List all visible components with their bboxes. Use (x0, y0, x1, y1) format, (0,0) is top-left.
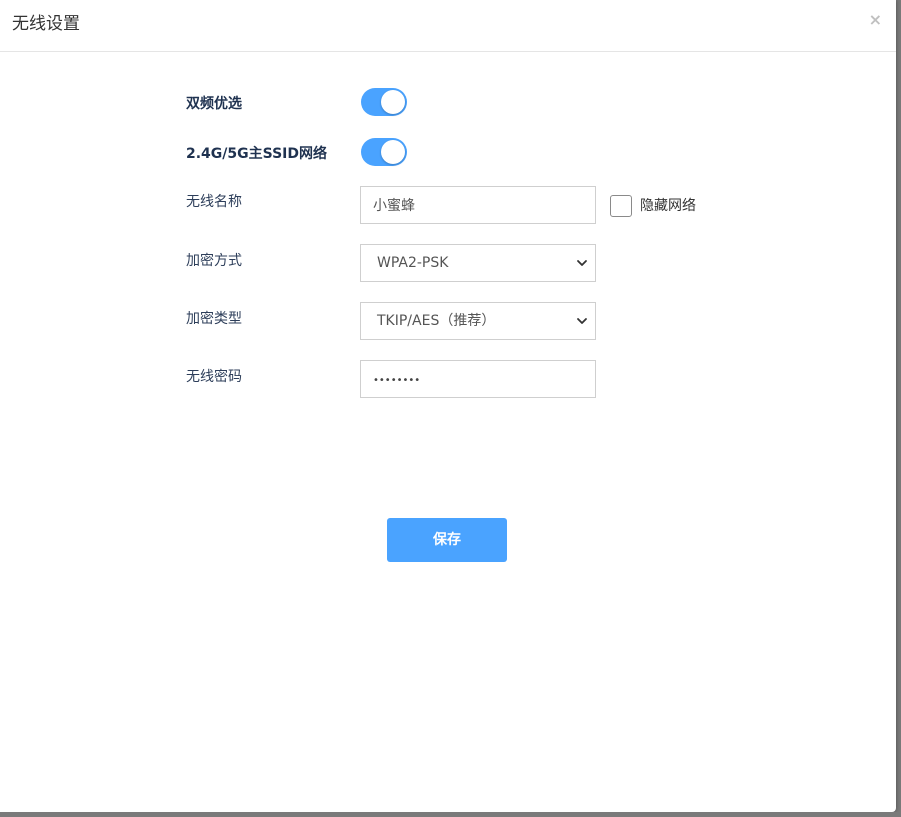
password-label: 无线密码 (186, 369, 242, 385)
background-page-strip (0, 812, 901, 817)
encryption-type-select[interactable]: TKIP/AES（推荐） (360, 302, 596, 340)
hide-network-label: 隐藏网络 (640, 198, 696, 214)
encryption-method-value: WPA2-PSK (377, 255, 449, 271)
dual-band-toggle[interactable] (361, 88, 407, 116)
encryption-type-value: TKIP/AES（推荐） (377, 313, 496, 329)
chevron-down-icon (577, 260, 587, 266)
toggle-knob (381, 140, 405, 164)
ssid-input[interactable] (360, 186, 596, 224)
encryption-type-label: 加密类型 (186, 311, 242, 327)
dialog-header: 无线设置 × (0, 0, 896, 52)
main-ssid-label: 2.4G/5G主SSID网络 (186, 146, 328, 162)
chevron-down-icon (577, 318, 587, 324)
close-icon[interactable]: × (869, 10, 882, 30)
password-value: •••••••• (373, 375, 421, 386)
toggle-knob (381, 90, 405, 114)
encryption-method-select[interactable]: WPA2-PSK (360, 244, 596, 282)
ssid-label: 无线名称 (186, 194, 242, 210)
save-button[interactable]: 保存 (387, 518, 507, 562)
dialog-title: 无线设置 (12, 14, 80, 34)
password-input[interactable]: •••••••• (360, 360, 596, 398)
hide-network-checkbox[interactable] (610, 195, 632, 217)
wireless-settings-dialog: 无线设置 × 双频优选 2.4G/5G主SSID网络 无线名称 隐藏网络 加密方… (0, 0, 896, 812)
encryption-method-label: 加密方式 (186, 253, 242, 269)
main-ssid-toggle[interactable] (361, 138, 407, 166)
dual-band-label: 双频优选 (186, 96, 242, 112)
